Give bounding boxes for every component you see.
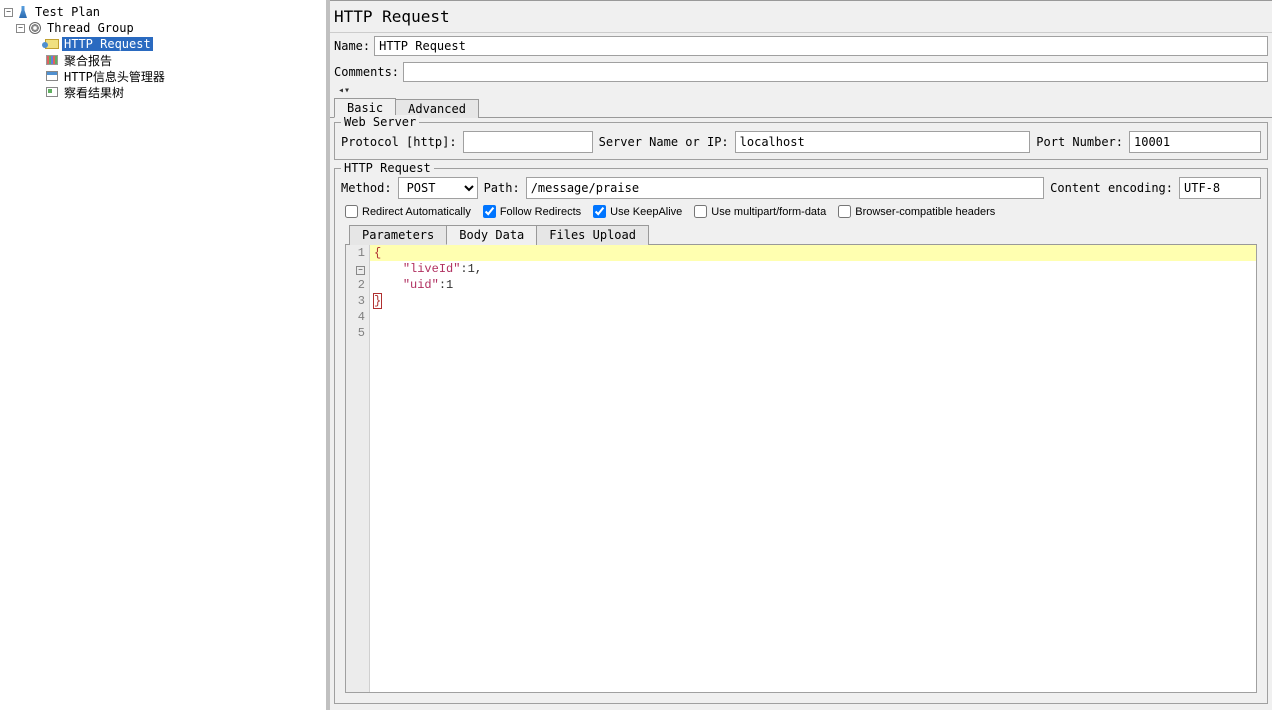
method-label: Method: <box>341 181 392 195</box>
main-panel: HTTP Request Name: Comments: ◂▾ Basic Ad… <box>330 0 1272 710</box>
http-sampler-icon <box>44 37 60 51</box>
tree-label: 察看结果树 <box>62 84 126 101</box>
tree-header-manager[interactable]: HTTP信息头管理器 <box>0 68 326 84</box>
flask-icon <box>15 5 31 19</box>
webserver-fieldset: Web Server Protocol [http]: Server Name … <box>334 122 1268 160</box>
name-input[interactable] <box>374 36 1268 56</box>
method-select[interactable]: POST <box>398 177 478 199</box>
encoding-label: Content encoding: <box>1050 181 1173 195</box>
body-tab-bar: Parameters Body Data Files Upload <box>345 224 1257 245</box>
tree-root-test-plan[interactable]: − Test Plan <box>0 4 326 20</box>
tree-http-request[interactable]: HTTP Request <box>0 36 326 52</box>
tree-label: 聚合报告 <box>62 52 114 69</box>
panel-title: HTTP Request <box>330 1 1272 33</box>
server-label: Server Name or IP: <box>599 135 729 149</box>
tab-body-data[interactable]: Body Data <box>446 225 537 245</box>
tree-panel: − Test Plan − Thread Group HTTP Request … <box>0 0 330 710</box>
path-label: Path: <box>484 181 520 195</box>
browser-compat-checkbox[interactable]: Browser-compatible headers <box>838 205 995 218</box>
tree-toggle-icon[interactable]: − <box>4 8 13 17</box>
http-request-fieldset: HTTP Request Method: POST Path: Content … <box>334 168 1268 704</box>
port-label: Port Number: <box>1036 135 1123 149</box>
http-request-legend: HTTP Request <box>341 161 434 175</box>
port-input[interactable] <box>1129 131 1261 153</box>
report-icon <box>44 53 60 67</box>
follow-redirects-checkbox[interactable]: Follow Redirects <box>483 205 581 218</box>
tab-scroll-left-icon[interactable]: ◂▾ <box>338 85 350 96</box>
multipart-checkbox[interactable]: Use multipart/form-data <box>694 205 826 218</box>
name-label: Name: <box>334 39 370 53</box>
fold-icon[interactable]: − <box>356 266 365 275</box>
encoding-input[interactable] <box>1179 177 1261 199</box>
tree-thread-group[interactable]: − Thread Group <box>0 20 326 36</box>
path-input[interactable] <box>526 177 1044 199</box>
webserver-legend: Web Server <box>341 115 419 129</box>
redirect-auto-checkbox[interactable]: Redirect Automatically <box>345 205 471 218</box>
results-tree-icon <box>44 85 60 99</box>
protocol-input[interactable] <box>463 131 593 153</box>
server-input[interactable] <box>735 131 1031 153</box>
gear-icon <box>27 21 43 35</box>
editor-gutter: 1− 2 3 4 5 <box>346 245 370 692</box>
protocol-label: Protocol [http]: <box>341 135 457 149</box>
body-data-editor[interactable]: 1− 2 3 4 5 { "liveId":1, "uid":1} <box>345 245 1257 693</box>
tab-parameters[interactable]: Parameters <box>349 225 447 245</box>
tree-label: HTTP Request <box>62 37 153 51</box>
tree-label: HTTP信息头管理器 <box>62 68 167 85</box>
tab-bar: Basic Advanced <box>330 97 1272 118</box>
tab-files-upload[interactable]: Files Upload <box>536 225 649 245</box>
tree-label: Test Plan <box>33 5 102 19</box>
tree-toggle-icon[interactable]: − <box>16 24 25 33</box>
tree-label: Thread Group <box>45 21 136 35</box>
tree-aggregate-report[interactable]: 聚合报告 <box>0 52 326 68</box>
editor-content[interactable]: { "liveId":1, "uid":1} <box>370 245 1256 692</box>
tree-results-tree[interactable]: 察看结果树 <box>0 84 326 100</box>
comments-input[interactable] <box>403 62 1268 82</box>
header-manager-icon <box>44 69 60 83</box>
keepalive-checkbox[interactable]: Use KeepAlive <box>593 205 682 218</box>
comments-label: Comments: <box>334 65 399 79</box>
